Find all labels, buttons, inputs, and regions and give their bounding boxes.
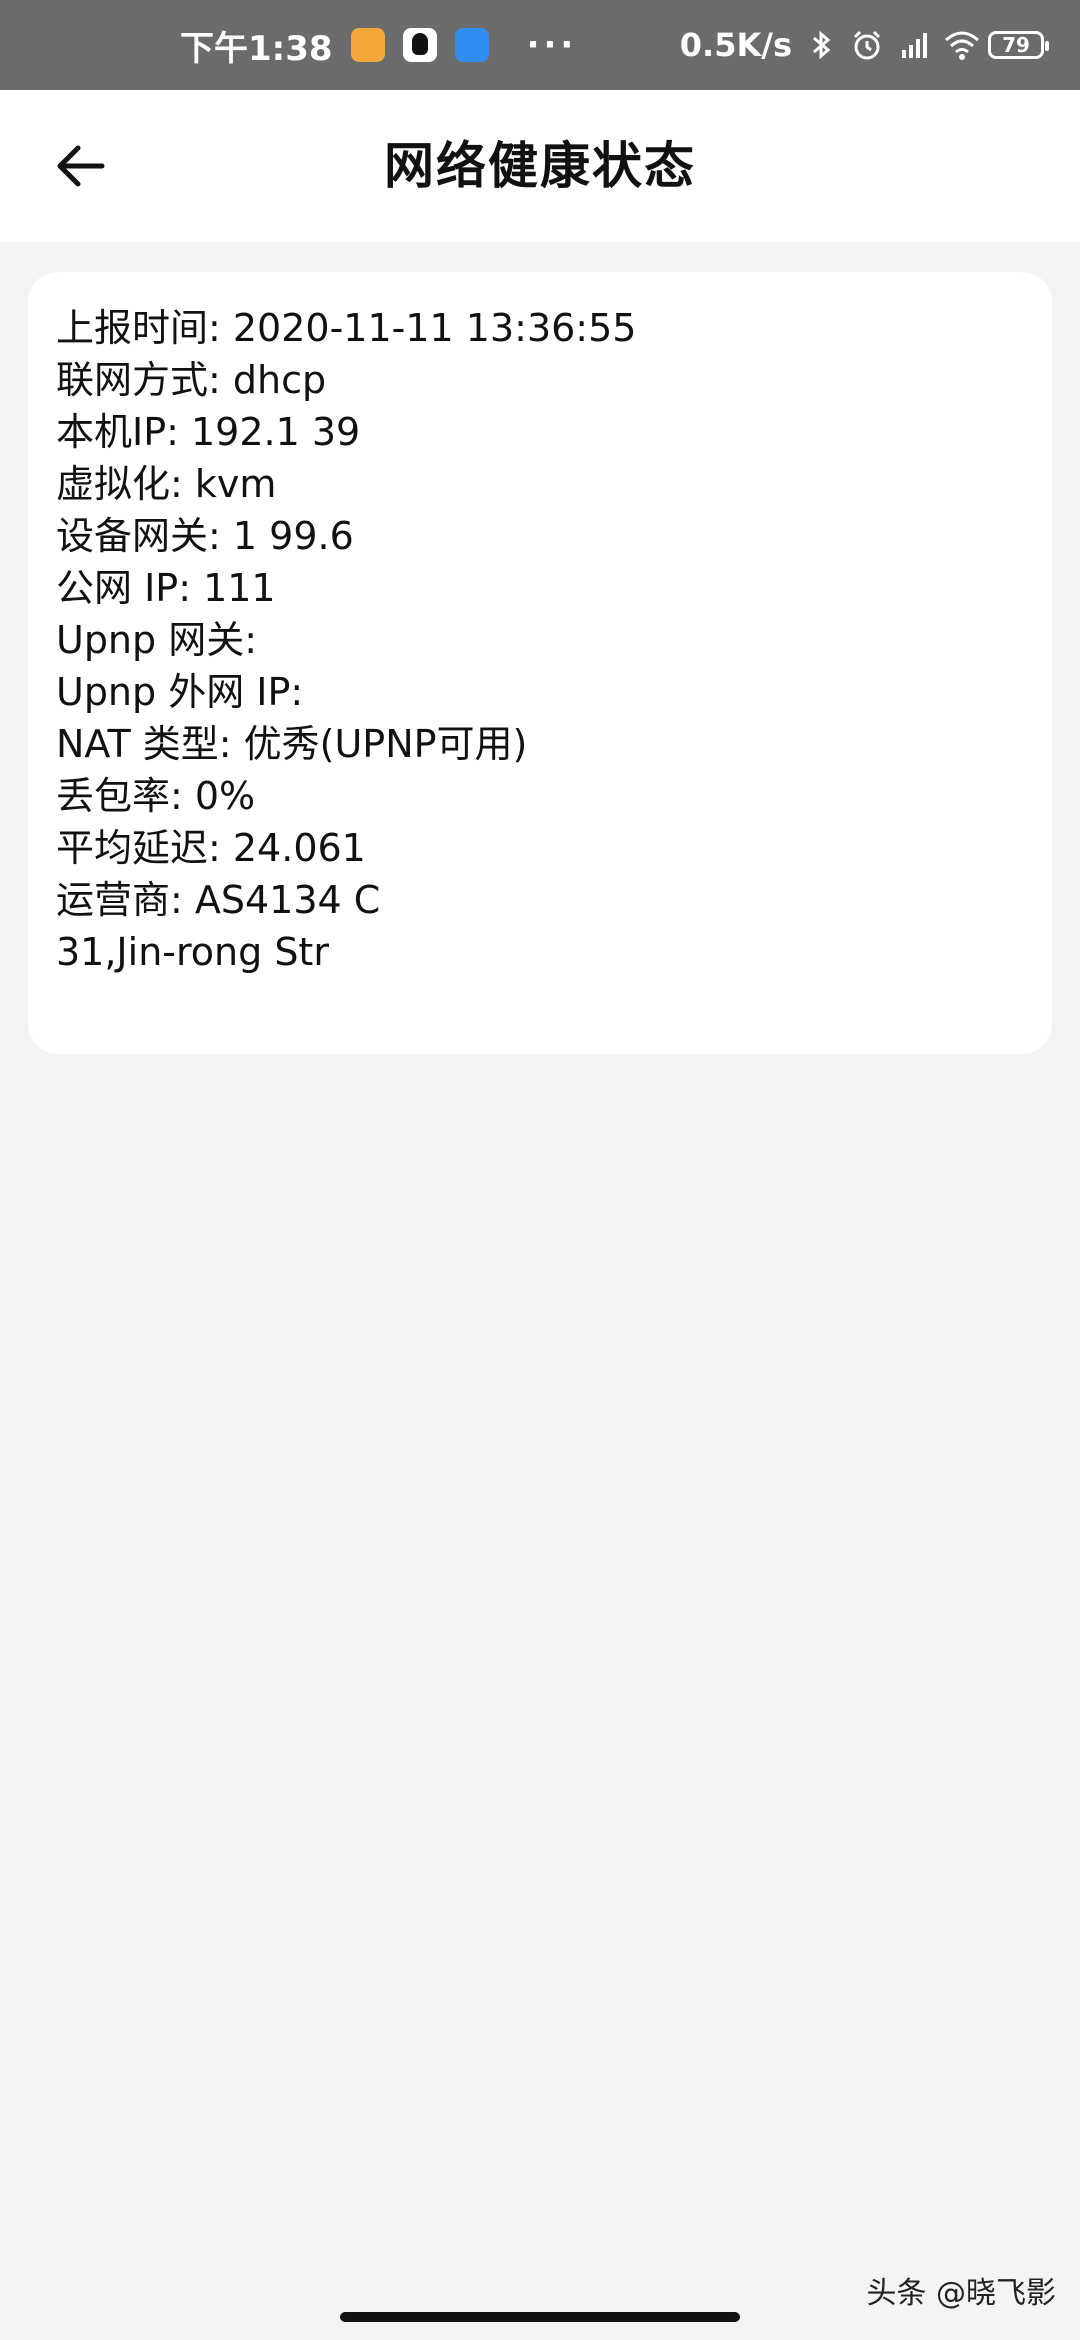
- home-indicator[interactable]: [340, 2312, 740, 2322]
- nat-type: NAT 类型: 优秀(UPNP可用): [56, 722, 528, 766]
- packet-loss: 丢包率: 0%: [56, 774, 256, 818]
- more-notifications-icon: ···: [526, 25, 578, 65]
- battery-icon: 79: [988, 31, 1049, 59]
- app-bar: 网络健康状态: [0, 90, 1080, 242]
- bluetooth-icon: [804, 28, 838, 62]
- network-speed: 0.5K/s: [679, 26, 792, 64]
- qq-icon: [402, 28, 437, 62]
- alarm-icon: [850, 28, 884, 62]
- local-ip: 本机IP: 192.1 39: [56, 410, 361, 454]
- hd-signal-icon: [896, 28, 930, 62]
- virtualization: 虚拟化: kvm: [56, 462, 277, 506]
- upnp-external-ip: Upnp 外网 IP:: [56, 670, 304, 714]
- back-button[interactable]: [40, 126, 120, 206]
- upnp-gateway: Upnp 网关:: [56, 618, 258, 662]
- page-title: 网络健康状态: [384, 137, 696, 195]
- average-latency: 平均延迟: 24.061: [56, 826, 366, 870]
- public-ip: 公网 IP: 111: [56, 566, 276, 610]
- device-gateway: 设备网关: 1 99.6: [56, 514, 354, 558]
- status-bar: 下午1:38 ··· 0.5K/s 79: [0, 0, 1080, 90]
- network-info-card: 上报时间: 2020-11-11 13:36:55 联网方式: dhcp 本机I…: [28, 272, 1052, 1054]
- isp: 运营商: AS4134 C: [56, 878, 381, 922]
- connection-method: 联网方式: dhcp: [56, 358, 327, 402]
- status-time: 下午1:38: [180, 28, 333, 69]
- notes-app-icon: [350, 28, 385, 62]
- report-time: 上报时间: 2020-11-11 13:36:55: [56, 306, 637, 350]
- feishu-icon: [454, 28, 489, 62]
- isp-address: 31,Jin-rong Str: [56, 930, 329, 974]
- watermark: 头条 @晓飞影: [866, 2276, 1056, 2311]
- wifi-icon: [942, 28, 979, 62]
- arrow-left-icon: [57, 145, 105, 187]
